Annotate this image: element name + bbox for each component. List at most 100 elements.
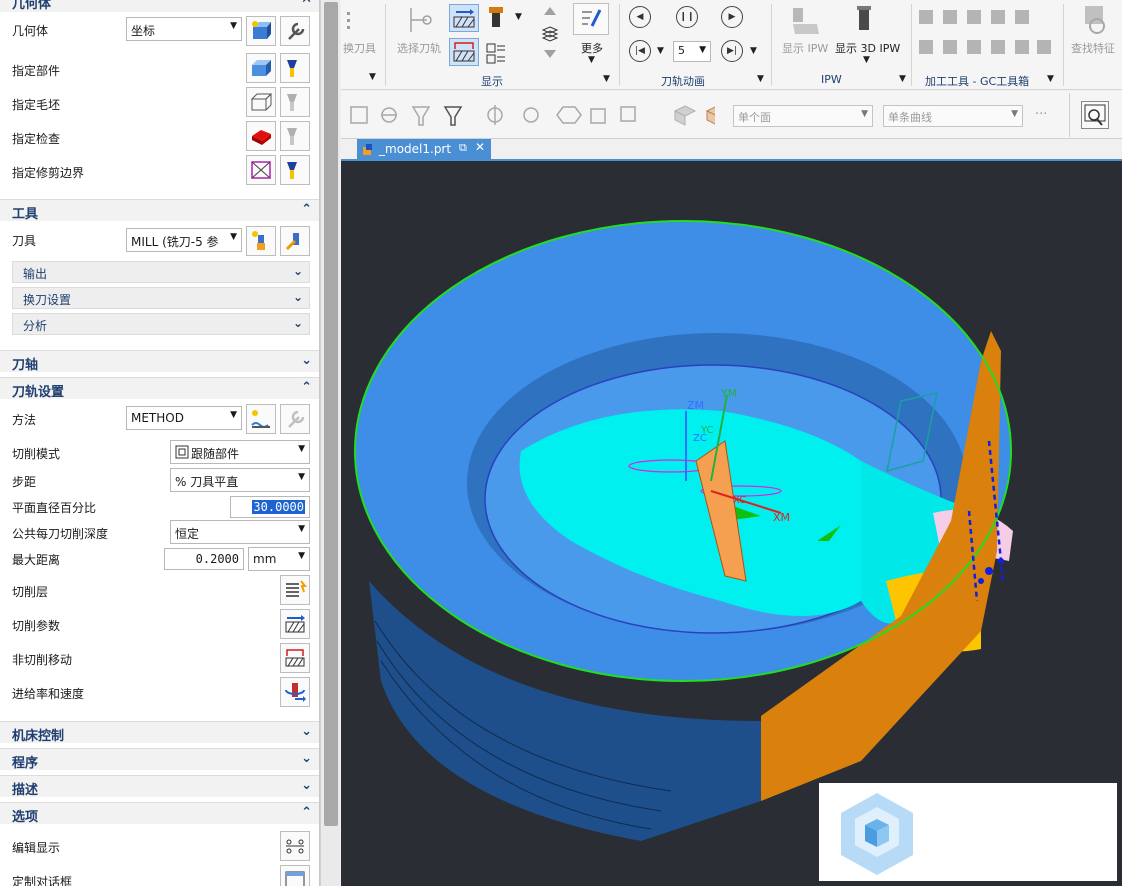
- select-trim-button[interactable]: [246, 155, 276, 185]
- non-cutting-moves-button[interactable]: [280, 643, 310, 673]
- display-options-icon: [582, 9, 602, 27]
- step-forward-button[interactable]: ▶|: [721, 40, 743, 62]
- play-reverse-button[interactable]: ◀: [629, 6, 651, 28]
- tab-close-icon[interactable]: ✕: [475, 140, 485, 154]
- dropdown-arrow-icon: ▼: [699, 45, 706, 55]
- chevron-down-icon: ⌄: [301, 751, 312, 766]
- section-description-header[interactable]: 描述 ⌄: [0, 775, 319, 798]
- group-expand-icon[interactable]: ▼: [603, 74, 610, 84]
- edit-geometry-button[interactable]: [280, 16, 310, 46]
- select-part-button[interactable]: [246, 53, 276, 83]
- select-blank-button[interactable]: [246, 87, 276, 117]
- select-check-button[interactable]: [246, 121, 276, 151]
- cut-levels-button[interactable]: [280, 575, 310, 605]
- dropdown-arrow-icon: ▼: [298, 551, 305, 561]
- edit-method-button[interactable]: [280, 404, 310, 434]
- new-tool-button[interactable]: [246, 226, 276, 256]
- selection-toolbar: 单个面 ▼ 单条曲线 ▼ ···: [341, 91, 1122, 139]
- face-rule-select[interactable]: 单个面 ▼: [733, 105, 873, 127]
- depth-per-cut-select[interactable]: 恒定 ▼: [170, 520, 310, 544]
- toolpath-display-toggle[interactable]: [449, 4, 479, 32]
- dropdown-arrow-icon[interactable]: ▼: [750, 46, 757, 56]
- dropdown-arrow-icon[interactable]: ▼: [657, 46, 664, 56]
- section-tool-header[interactable]: 工具 ⌃: [0, 199, 319, 222]
- find-feature-icon: [1085, 6, 1105, 34]
- animation-speed-select[interactable]: 5 ▼: [673, 41, 711, 62]
- graphics-viewport[interactable]: ZM YM YC ZC XM XC: [341, 161, 1122, 886]
- new-geometry-button[interactable]: [246, 16, 276, 46]
- view-inspect-button[interactable]: [1081, 101, 1109, 129]
- more-display-button[interactable]: [573, 3, 609, 35]
- subsection-analysis-header[interactable]: 分析 ⌄: [12, 313, 310, 335]
- section-geometry-header[interactable]: 几何体 ✕: [0, 0, 319, 12]
- layers-icon[interactable]: [541, 24, 559, 42]
- play-forward-button[interactable]: ▶: [721, 6, 743, 28]
- flashlight-disabled-icon: [287, 94, 297, 111]
- new-method-button[interactable]: [246, 404, 276, 434]
- display-part-button[interactable]: [280, 53, 310, 83]
- cam-model-scene[interactable]: ZM YM YC ZC XM XC: [341, 161, 1122, 886]
- follow-part-icon: [175, 445, 189, 459]
- dropdown-arrow-icon[interactable]: ▼: [863, 55, 870, 65]
- max-distance-input[interactable]: 0.2000: [164, 548, 244, 570]
- display-trim-button[interactable]: [280, 155, 310, 185]
- section-program-header[interactable]: 程序 ⌄: [0, 748, 319, 771]
- gc-toolbox-icons: [919, 10, 1051, 54]
- arrow-up-icon[interactable]: [541, 4, 559, 20]
- swap-tool-button[interactable]: 换刀具: [343, 40, 376, 56]
- scrollbar-thumb[interactable]: [324, 2, 338, 826]
- section-path-settings-header[interactable]: 刀轨设置 ⌃: [0, 377, 319, 400]
- depth-per-cut-label: 公共每刀切削深度: [12, 527, 109, 541]
- animation-group-label: 刀轨动画: [661, 75, 705, 88]
- more-label[interactable]: 更多: [581, 40, 603, 56]
- non-cutting-hatch-icon: [453, 42, 475, 62]
- cut-params-button[interactable]: [280, 609, 310, 639]
- non-cutting-display-toggle[interactable]: [449, 38, 479, 66]
- dropdown-arrow-icon[interactable]: ▼: [515, 12, 522, 22]
- step-back-button[interactable]: |◀: [629, 40, 651, 62]
- selection-filter-icons[interactable]: [345, 101, 715, 131]
- group-expand-icon[interactable]: ▼: [1047, 74, 1054, 84]
- panel-scrollbar[interactable]: [320, 0, 340, 886]
- cut-mode-select[interactable]: 跟随部件 ▼: [170, 440, 310, 464]
- unit-select[interactable]: mm ▼: [248, 547, 310, 571]
- tab-edit-icon[interactable]: ⧉: [459, 141, 467, 155]
- method-select[interactable]: METHOD ▼: [126, 406, 242, 430]
- toolpath-list-icon[interactable]: [483, 40, 509, 68]
- percent-diameter-input[interactable]: 30.0000: [230, 496, 310, 518]
- display-check-button[interactable]: [280, 121, 310, 151]
- tab-model1[interactable]: _model1.prt ⧉ ✕: [357, 139, 491, 161]
- group-expand-icon[interactable]: ▼: [899, 74, 906, 84]
- more-tools-button[interactable]: ···: [1035, 107, 1047, 122]
- dropdown-arrow-icon[interactable]: ▼: [369, 72, 376, 82]
- section-options-header[interactable]: 选项 ⌃: [0, 802, 319, 825]
- gc-toolbox-grid: [917, 6, 1057, 66]
- ym-axis-label: YM: [720, 387, 737, 400]
- tool-display-icon[interactable]: [483, 4, 509, 34]
- dropdown-arrow-icon[interactable]: ▼: [588, 55, 595, 65]
- geometry-select[interactable]: 坐标 ▼: [126, 17, 242, 41]
- tool-select[interactable]: MILL (铣刀-5 参 ▼: [126, 228, 242, 252]
- subsection-tool-change-header[interactable]: 换刀设置 ⌄: [12, 287, 310, 309]
- select-toolpath-button[interactable]: 选择刀轨: [397, 40, 441, 56]
- group-expand-icon[interactable]: ▼: [757, 74, 764, 84]
- edit-display-label: 编辑显示: [12, 841, 61, 855]
- feeds-speeds-button[interactable]: [280, 677, 310, 707]
- subsection-output-header[interactable]: 输出 ⌄: [12, 261, 310, 283]
- show-3d-ipw-button[interactable]: 显示 3D IPW: [835, 40, 900, 56]
- display-blank-button[interactable]: [280, 87, 310, 117]
- curve-rule-select[interactable]: 单条曲线 ▼: [883, 105, 1023, 127]
- step-select[interactable]: % 刀具平直 ▼: [170, 468, 310, 492]
- pause-button[interactable]: ❙❙: [676, 6, 698, 28]
- show-ipw-button[interactable]: 显示 IPW: [782, 40, 828, 56]
- new-geometry-icon: [252, 21, 271, 39]
- customize-dialog-button[interactable]: [280, 865, 310, 886]
- chevron-down-icon: ⌄: [301, 353, 312, 368]
- section-tool-axis-header[interactable]: 刀轴 ⌄: [0, 350, 319, 373]
- edit-display-button[interactable]: [280, 831, 310, 861]
- dropdown-arrow-icon: ▼: [1011, 109, 1018, 119]
- arrow-down-icon[interactable]: [541, 46, 559, 62]
- section-machine-control-header[interactable]: 机床控制 ⌄: [0, 721, 319, 744]
- find-feature-button[interactable]: 查找特征: [1071, 40, 1115, 56]
- edit-tool-button[interactable]: [280, 226, 310, 256]
